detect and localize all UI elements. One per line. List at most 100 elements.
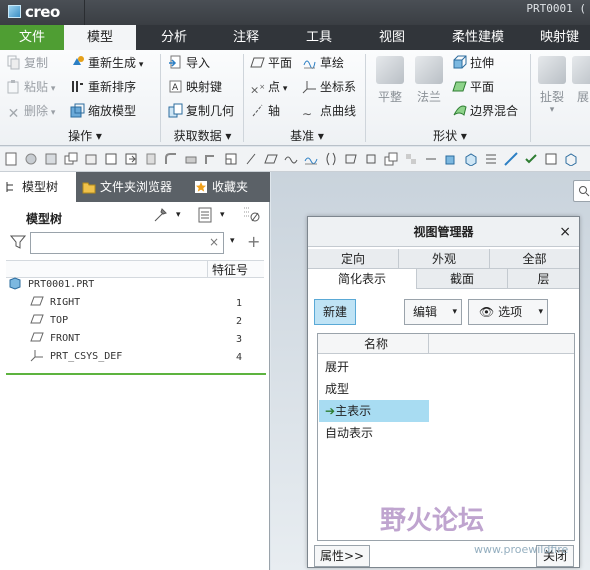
shapes-group-label[interactable]: 形状 ▾	[410, 127, 490, 145]
extrude-button[interactable]: 拉伸	[452, 52, 494, 74]
save-icon[interactable]	[44, 152, 58, 166]
sketch-small-icon[interactable]	[304, 152, 318, 166]
layers-icon[interactable]	[384, 152, 398, 166]
datum-axis-button[interactable]: 轴	[250, 100, 280, 122]
check-icon[interactable]	[524, 152, 538, 166]
new-button[interactable]: 新建	[314, 299, 356, 325]
planar-button[interactable]: 平面	[452, 76, 494, 98]
tab-flexible-modeling[interactable]: 柔性建模	[432, 25, 524, 50]
filter-field[interactable]: ×	[30, 232, 224, 254]
tab-layers[interactable]: 层	[508, 269, 579, 289]
tab-orient[interactable]: 定向	[308, 249, 399, 269]
sphere-icon[interactable]	[24, 152, 38, 166]
tab-model[interactable]: 模型	[64, 25, 136, 50]
pattern-icon[interactable]	[404, 152, 418, 166]
flat-wall-button[interactable]: 平整	[372, 56, 408, 105]
add-filter-icon[interactable]: +	[247, 232, 260, 251]
tree-settings-icon[interactable]	[152, 206, 170, 224]
line-icon[interactable]	[244, 152, 258, 166]
boundary-blend-button[interactable]: 边界混合	[452, 100, 518, 122]
insert-indicator[interactable]	[6, 373, 266, 375]
reorder-button[interactable]: 重新排序	[70, 76, 136, 98]
solid-icon[interactable]	[444, 152, 458, 166]
scale-model-button[interactable]: 缩放模型	[70, 100, 136, 122]
tab-tools[interactable]: 工具	[284, 25, 354, 50]
properties-button[interactable]: 属性>>	[314, 545, 370, 567]
wave-icon[interactable]	[284, 152, 298, 166]
plane-blue-icon[interactable]	[504, 152, 518, 166]
crop-icon[interactable]	[364, 152, 378, 166]
rip-button[interactable]: 扯裂 ▾	[536, 56, 568, 115]
tab-sections[interactable]: 截面	[417, 269, 508, 289]
flange-wall-button[interactable]: 法兰	[411, 56, 447, 105]
tree-item-csys[interactable]: PRT_CSYS_DEF	[30, 348, 122, 366]
plane-small-icon[interactable]	[264, 152, 278, 166]
filter-display-icon[interactable]	[242, 206, 262, 224]
tab-view[interactable]: 视图	[357, 25, 427, 50]
copy-geometry-button[interactable]: 复制几何	[168, 100, 234, 122]
cube-icon[interactable]	[464, 152, 478, 166]
search-box[interactable]	[573, 180, 590, 202]
tab-model-tree[interactable]: 模型树	[0, 172, 76, 202]
regenerate-button[interactable]: 重新生成 ▾	[70, 52, 143, 74]
tab-analysis[interactable]: 分析	[140, 25, 208, 50]
delete-button[interactable]: ✕ 删除 ▾	[6, 100, 56, 122]
import-button[interactable]: 导入	[168, 52, 210, 74]
print-icon[interactable]	[184, 152, 198, 166]
operations-group-label[interactable]: 操作 ▾	[40, 127, 130, 145]
datum-point-button[interactable]: ×× 点 ▾	[250, 76, 287, 98]
copy-button[interactable]: 复制	[6, 52, 48, 74]
tab-favorites[interactable]: 收藏夹	[190, 172, 270, 202]
active-arrow-icon: ➔	[325, 404, 336, 418]
csys-button[interactable]: 坐标系	[302, 76, 356, 98]
bend-icon[interactable]	[164, 152, 178, 166]
curve-through-points-button[interactable]: ∼ 点曲线	[302, 100, 356, 122]
tab-appearance[interactable]: 外观	[399, 249, 490, 269]
show-dropdown[interactable]: ▾	[220, 210, 225, 220]
list-item[interactable]: 展开	[319, 356, 429, 378]
get-data-group-label[interactable]: 获取数据 ▾	[165, 127, 240, 145]
mapkey-button[interactable]: A 映射键	[168, 76, 222, 98]
tree-settings-dropdown[interactable]: ▾	[176, 210, 181, 220]
tree-item-part[interactable]: PRT0001.PRT	[8, 276, 94, 294]
filter-input[interactable]	[31, 233, 201, 253]
export-icon[interactable]	[124, 152, 138, 166]
curve-icon: ∼	[302, 107, 313, 121]
clear-filter-icon[interactable]: ×	[209, 235, 219, 249]
unbend-small-icon[interactable]	[204, 152, 218, 166]
tab-mapkeys[interactable]: 映射键	[540, 25, 590, 50]
transform-icon[interactable]	[344, 152, 358, 166]
tab-folder-browser[interactable]: 文件夹浏览器	[78, 172, 186, 202]
dialog-close-icon[interactable]: ×	[559, 217, 571, 247]
sheet-icon[interactable]	[144, 152, 158, 166]
stack-icon[interactable]	[544, 152, 558, 166]
datum-plane-button[interactable]: 平面	[250, 52, 292, 74]
list-item[interactable]: 自动表示	[319, 422, 429, 444]
paste-button[interactable]: 粘贴 ▾	[6, 76, 55, 98]
parens-icon[interactable]	[324, 152, 338, 166]
window-icon[interactable]	[104, 152, 118, 166]
new-icon[interactable]	[4, 152, 18, 166]
bend-line-icon[interactable]	[424, 152, 438, 166]
show-columns-icon[interactable]	[196, 206, 214, 224]
tab-file[interactable]: 文件	[0, 25, 64, 50]
datum-group-label[interactable]: 基准 ▾	[262, 127, 352, 145]
corner-icon[interactable]	[224, 152, 238, 166]
model-icon[interactable]	[84, 152, 98, 166]
tree-item-right[interactable]: RIGHT	[30, 294, 80, 312]
filter-dropdown[interactable]: ▾	[230, 236, 235, 246]
copy-view-icon[interactable]	[64, 152, 78, 166]
unbend-button[interactable]: 展	[572, 56, 590, 105]
tab-annotate[interactable]: 注释	[212, 25, 280, 50]
list-item[interactable]: 成型	[319, 378, 429, 400]
tab-simplified-rep[interactable]: 简化表示	[308, 269, 417, 289]
list-icon[interactable]	[484, 152, 498, 166]
tree-item-top[interactable]: TOP	[30, 312, 68, 330]
sketch-button[interactable]: 草绘	[302, 52, 344, 74]
options-dropdown[interactable]: 👁 选项 ▾	[468, 299, 548, 325]
tree-item-front[interactable]: FRONT	[30, 330, 80, 348]
edit-dropdown[interactable]: 编辑 ▾	[404, 299, 462, 325]
list-item-selected[interactable]: ➔主表示	[319, 400, 429, 422]
tab-all[interactable]: 全部	[490, 249, 579, 269]
box-icon[interactable]	[564, 152, 578, 166]
